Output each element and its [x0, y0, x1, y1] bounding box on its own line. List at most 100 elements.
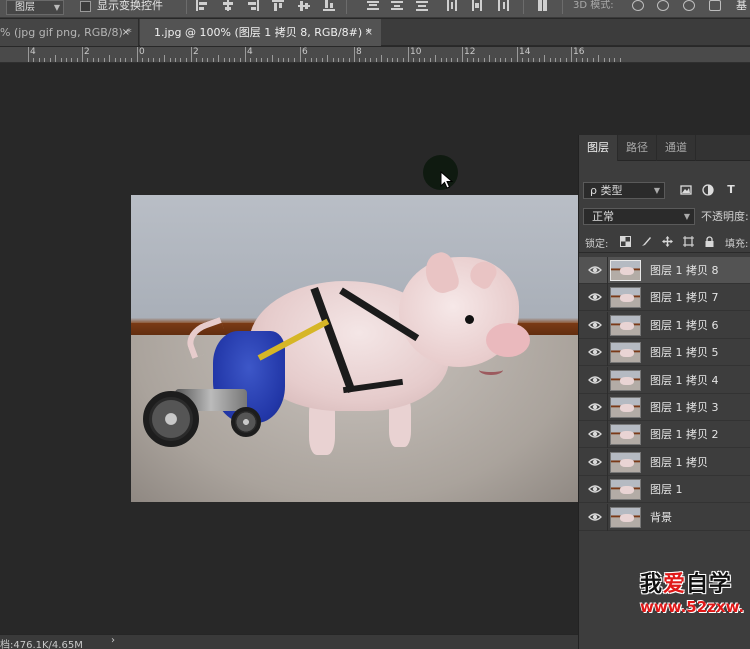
- eye-icon[interactable]: [588, 429, 602, 439]
- close-icon[interactable]: ×: [122, 19, 130, 46]
- ruler-tick: [153, 58, 154, 62]
- layer-thumbnail[interactable]: [610, 315, 641, 336]
- workspace-label[interactable]: 基: [736, 0, 747, 12]
- eye-icon[interactable]: [588, 457, 602, 467]
- eye-icon[interactable]: [588, 484, 602, 494]
- lock-transparent-pixels-icon[interactable]: [620, 236, 631, 247]
- align-right-icon[interactable]: [247, 0, 259, 11]
- 3d-roll-icon[interactable]: [657, 0, 669, 11]
- distribute-vertical-center-icon[interactable]: [391, 0, 403, 11]
- layer-thumbnail[interactable]: [610, 370, 641, 391]
- layer-name[interactable]: 图层 1: [650, 476, 683, 503]
- layer-thumbnail[interactable]: [610, 260, 641, 281]
- show-transform-checkbox[interactable]: [80, 1, 91, 12]
- eye-icon[interactable]: [588, 347, 602, 357]
- layer-thumbnail[interactable]: [610, 452, 641, 473]
- tab-layers[interactable]: 图层: [579, 135, 618, 161]
- layer-filter-dropdown[interactable]: ρ 类型 ▼: [583, 182, 665, 199]
- layer-row[interactable]: 图层 1 拷贝 3: [579, 394, 750, 421]
- layer-row[interactable]: 图层 1 拷贝 6: [579, 312, 750, 339]
- lock-position-icon[interactable]: [662, 236, 673, 247]
- eye-icon[interactable]: [588, 512, 602, 522]
- distribute-top-icon[interactable]: [367, 0, 379, 11]
- ruler-tick: [419, 58, 420, 62]
- distribute-bottom-icon[interactable]: [416, 0, 428, 11]
- image-filter-icon[interactable]: [680, 184, 692, 196]
- layer-name[interactable]: 图层 1 拷贝: [650, 449, 708, 476]
- ruler-tick-label: 4: [30, 47, 36, 57]
- artboard-lock-icon[interactable]: [683, 236, 694, 247]
- ruler-tick: [539, 58, 540, 62]
- align-bottom-icon[interactable]: [323, 0, 335, 11]
- tab-paths[interactable]: 路径: [618, 135, 657, 161]
- ruler-tick: [392, 58, 393, 62]
- layer-row[interactable]: 图层 1 拷贝 8: [579, 257, 750, 284]
- eye-icon[interactable]: [588, 402, 602, 412]
- auto-select-dropdown[interactable]: 图层 ▼: [6, 0, 64, 15]
- ruler-tick: [98, 58, 99, 62]
- eye-icon[interactable]: [588, 292, 602, 302]
- layer-thumbnail[interactable]: [610, 287, 641, 308]
- layer-row[interactable]: 图层 1 拷贝 2: [579, 421, 750, 448]
- ruler-tick: [609, 58, 610, 62]
- document-tab-1jpg[interactable]: 1.jpg @ 100% (图层 1 拷贝 8, RGB/8#) * ×: [140, 19, 381, 46]
- tab-channels[interactable]: 通道: [657, 135, 696, 161]
- align-top-icon[interactable]: [272, 0, 284, 11]
- distribute-right-icon[interactable]: [497, 0, 509, 11]
- layer-name[interactable]: 图层 1 拷贝 4: [650, 367, 719, 394]
- eye-icon[interactable]: [588, 320, 602, 330]
- ruler-tick: [39, 58, 40, 62]
- layer-name[interactable]: 图层 1 拷贝 6: [650, 312, 719, 339]
- blend-mode-dropdown[interactable]: 正常 ▼: [583, 208, 695, 225]
- ruler-tick: [522, 58, 523, 62]
- ruler-tick: [283, 58, 284, 62]
- layer-row[interactable]: 图层 1 拷贝: [579, 449, 750, 476]
- ruler-tick: [430, 58, 431, 62]
- align-left-icon[interactable]: [196, 0, 208, 11]
- eye-icon[interactable]: [588, 375, 602, 385]
- lock-all-icon[interactable]: [704, 236, 715, 247]
- ruler-tick: [387, 58, 388, 62]
- 3d-slide-icon[interactable]: [709, 0, 721, 11]
- 3d-pan-icon[interactable]: [683, 0, 695, 11]
- ruler-tick: [229, 58, 230, 62]
- layer-row[interactable]: 图层 1 拷贝 7: [579, 284, 750, 311]
- layer-name[interactable]: 图层 1 拷贝 2: [650, 421, 719, 448]
- layer-thumbnail[interactable]: [610, 479, 641, 500]
- layer-name[interactable]: 背景: [650, 504, 672, 531]
- horizontal-ruler[interactable]: 4 2 0 2 4 6 8 10 12 14 16: [0, 47, 750, 63]
- document-canvas-image[interactable]: [131, 195, 579, 502]
- layer-thumbnail[interactable]: [610, 342, 641, 363]
- layer-thumbnail[interactable]: [610, 424, 641, 445]
- lock-image-pixels-icon[interactable]: [641, 236, 652, 247]
- type-filter-icon[interactable]: T: [725, 184, 737, 196]
- ruler-tick: [164, 55, 165, 62]
- layer-row[interactable]: 图层 1: [579, 476, 750, 503]
- ruler-tick: [137, 47, 138, 62]
- 3d-rotate-icon[interactable]: [632, 0, 644, 11]
- ruler-tick: [484, 58, 485, 62]
- eye-icon[interactable]: [588, 265, 602, 275]
- status-menu-arrow-icon[interactable]: ›: [111, 635, 115, 646]
- adjustment-filter-icon[interactable]: [702, 184, 714, 196]
- auto-align-icon[interactable]: [538, 0, 550, 11]
- distribute-left-icon[interactable]: [446, 0, 458, 11]
- layer-name[interactable]: 图层 1 拷贝 8: [650, 257, 719, 284]
- align-horizontal-center-icon[interactable]: [222, 0, 234, 11]
- ruler-tick: [338, 58, 339, 62]
- distribute-horizontal-center-icon[interactable]: [471, 0, 483, 11]
- align-vertical-center-icon[interactable]: [298, 0, 310, 11]
- layer-name[interactable]: 图层 1 拷贝 3: [650, 394, 719, 421]
- layer-row[interactable]: 背景: [579, 504, 750, 531]
- ruler-tick: [593, 58, 594, 62]
- layer-name[interactable]: 图层 1 拷贝 5: [650, 339, 719, 366]
- document-tab-gif[interactable]: % (jpg gif png, RGB/8) * ×: [0, 19, 139, 46]
- layer-row[interactable]: 图层 1 拷贝 4: [579, 367, 750, 394]
- layer-thumbnail[interactable]: [610, 397, 641, 418]
- ruler-tick: [294, 58, 295, 62]
- layer-name[interactable]: 图层 1 拷贝 7: [650, 284, 719, 311]
- layer-thumbnail[interactable]: [610, 507, 641, 528]
- ruler-tick-label: 0: [139, 47, 145, 57]
- close-icon[interactable]: ×: [365, 19, 373, 46]
- layer-row[interactable]: 图层 1 拷贝 5: [579, 339, 750, 366]
